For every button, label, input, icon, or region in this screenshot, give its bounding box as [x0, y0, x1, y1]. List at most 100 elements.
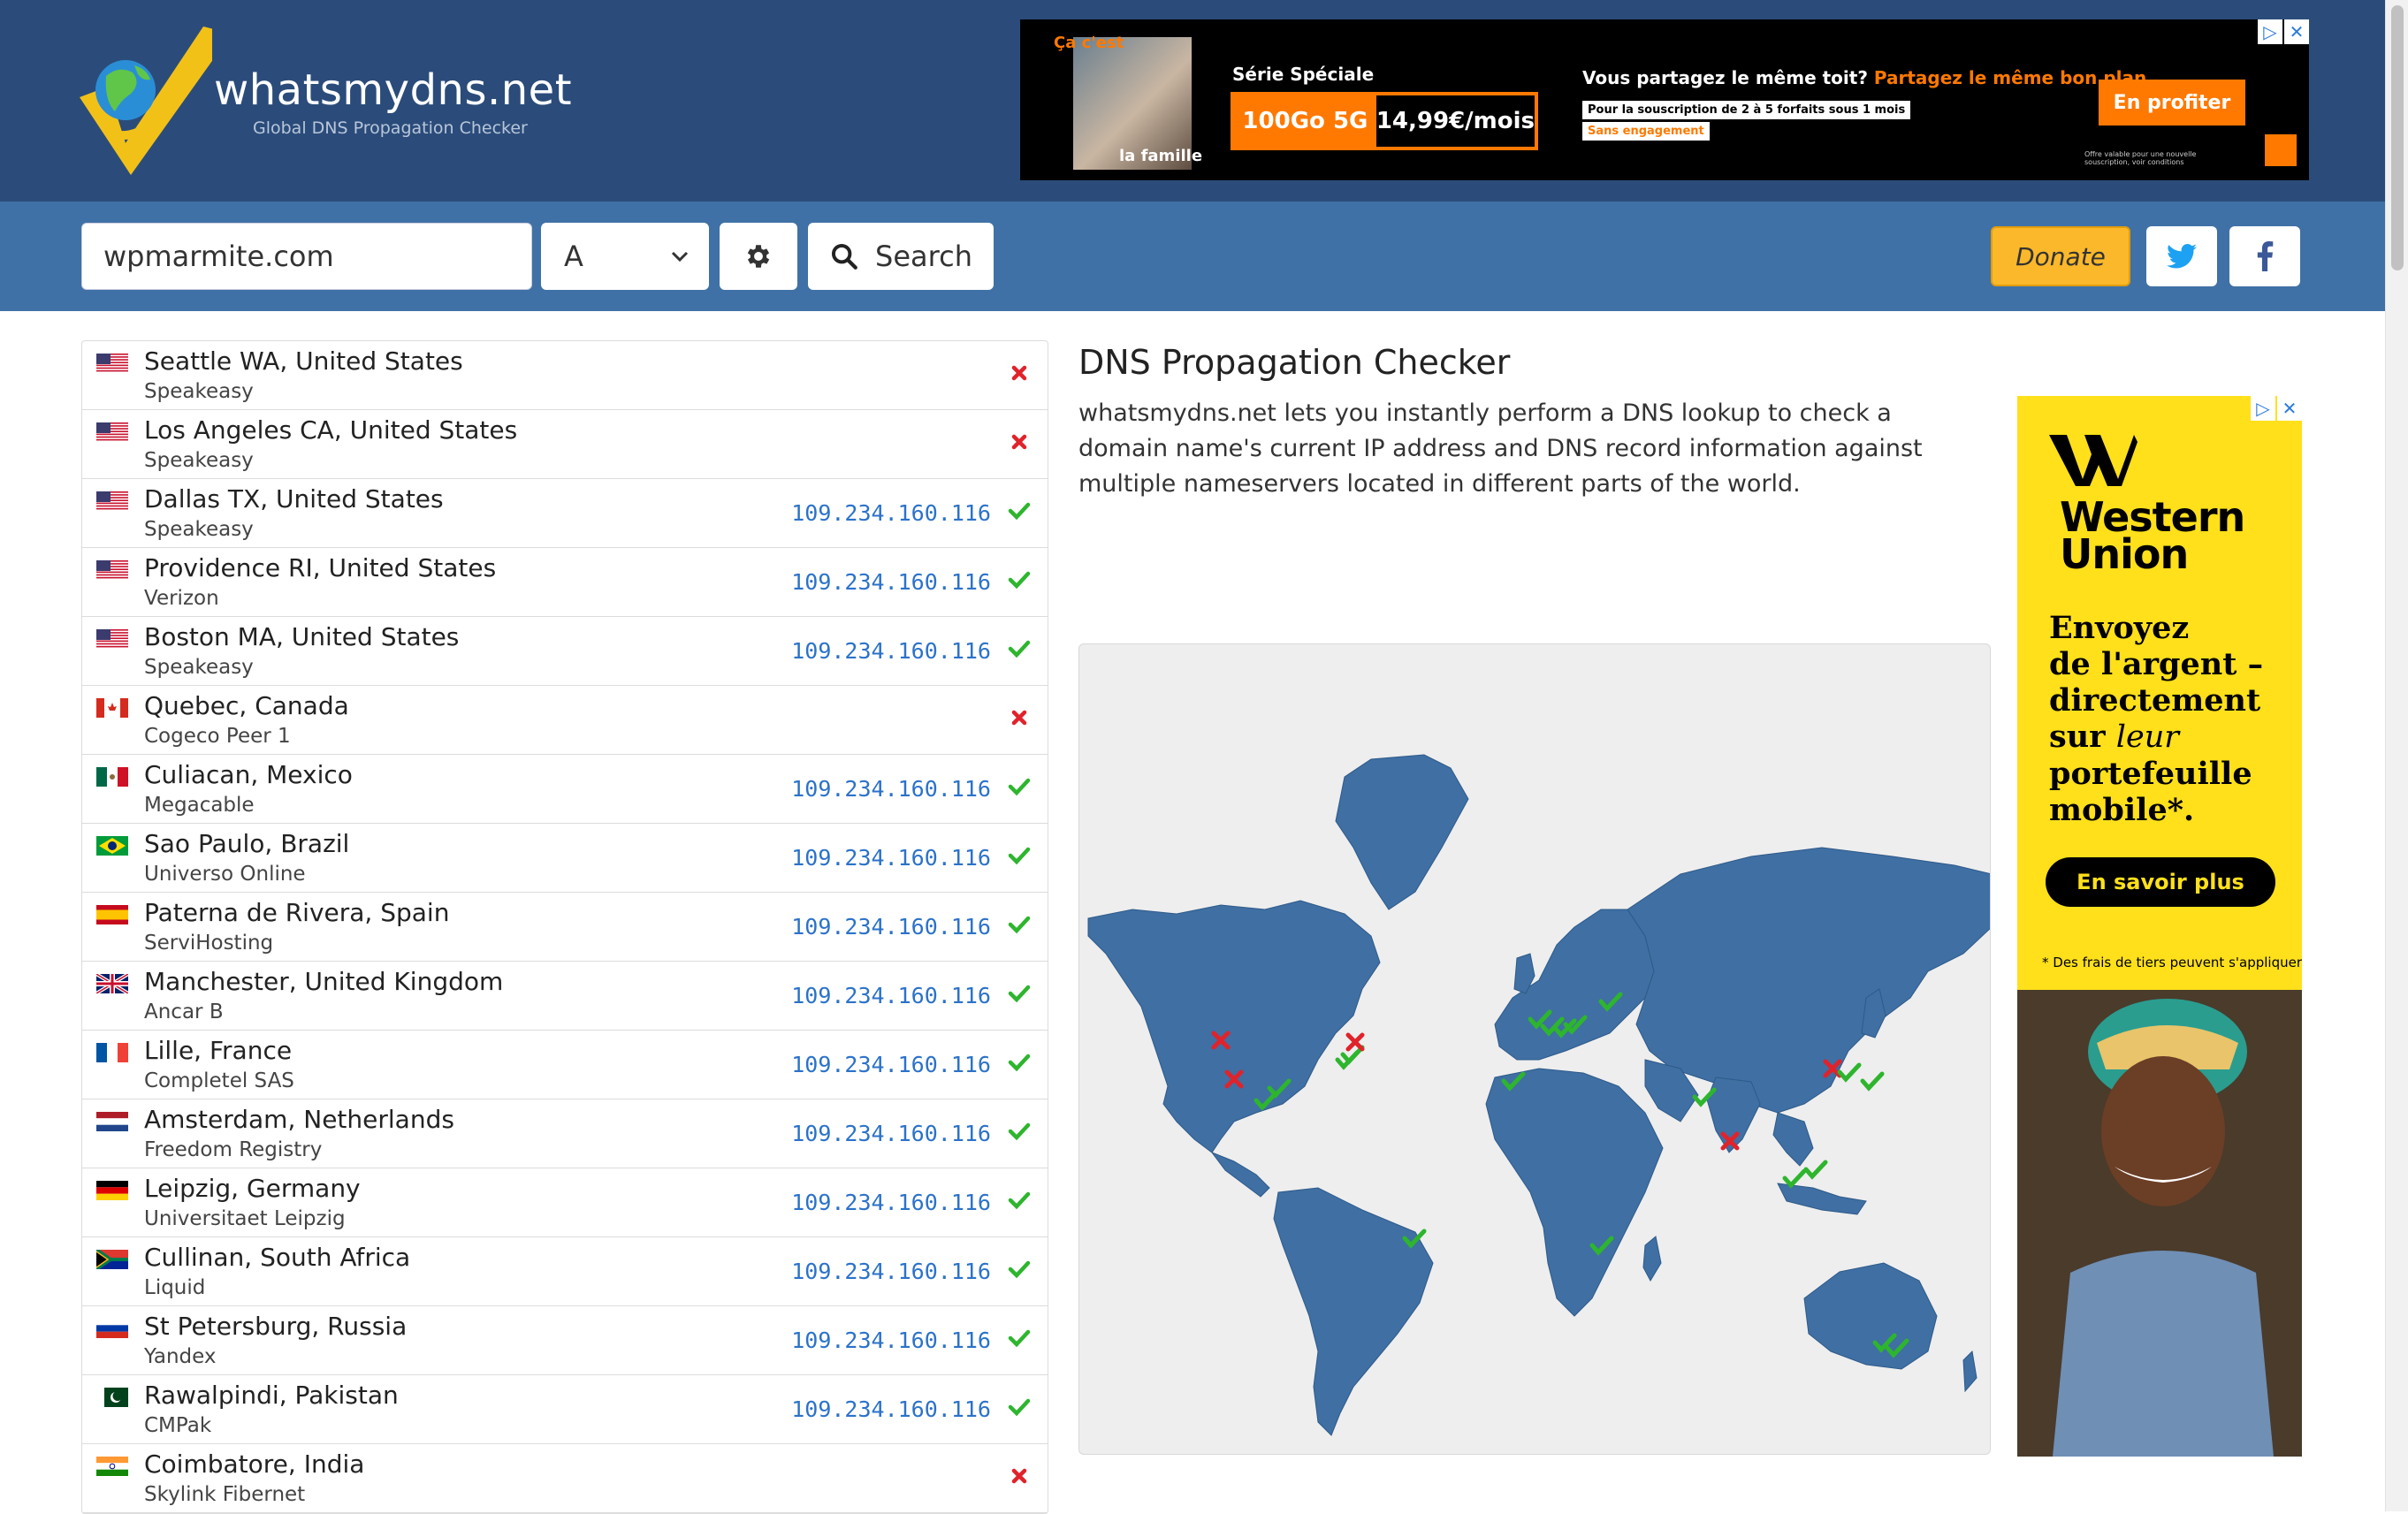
result-ip[interactable]: 109.234.160.116 [791, 569, 991, 595]
ad-msg-line3: directement [2049, 682, 2261, 719]
result-provider: Liquid [144, 1276, 206, 1299]
result-ip[interactable]: 109.234.160.116 [791, 1396, 991, 1422]
result-status-ok [1007, 1326, 1032, 1350]
result-ip[interactable]: 109.234.160.116 [791, 845, 991, 871]
result-status-ok [1007, 843, 1032, 868]
twitter-button[interactable] [2146, 226, 2217, 286]
result-row[interactable]: Amsterdam, Netherlands Freedom Registry … [82, 1099, 1048, 1168]
side-banner-ad[interactable]: ▷ ✕ Western Union Envoyez de l'argent – … [2017, 396, 2302, 1457]
result-row[interactable]: Los Angeles CA, United States Speakeasy [82, 410, 1048, 479]
check-icon [1008, 640, 1031, 658]
result-row[interactable]: Lille, France Completel SAS 109.234.160.… [82, 1031, 1048, 1099]
search-button[interactable]: Search [808, 223, 994, 290]
flag-br-icon [96, 836, 128, 856]
result-location: Los Angeles CA, United States [144, 415, 518, 445]
result-row[interactable]: Boston MA, United States Speakeasy 109.2… [82, 617, 1048, 686]
result-location: Culiacan, Mexico [144, 760, 353, 789]
ad-subscription-note: Pour la souscription de 2 à 5 forfaits s… [1582, 101, 1911, 119]
page-scrollbar[interactable] [2385, 0, 2408, 1511]
settings-button[interactable] [720, 223, 797, 290]
record-type-value: A [564, 240, 583, 273]
side-ad-controls: ▷ ✕ [2251, 396, 2302, 421]
facebook-button[interactable] [2229, 226, 2300, 286]
donate-button[interactable]: Donate [1991, 226, 2130, 286]
result-provider: Universo Online [144, 863, 306, 886]
result-status-ok [1007, 498, 1032, 523]
result-row[interactable]: Providence RI, United States Verizon 109… [82, 548, 1048, 617]
result-row[interactable]: Coimbatore, India Skylink Fibernet [82, 1444, 1048, 1513]
result-row[interactable]: Dallas TX, United States Speakeasy 109.2… [82, 479, 1048, 548]
adchoices-icon[interactable]: ▷ [2251, 396, 2275, 421]
logo-checkmark-icon [80, 27, 232, 175]
result-row[interactable]: Leipzig, Germany Universitaet Leipzig 10… [82, 1168, 1048, 1237]
result-row[interactable]: Seattle WA, United States Speakeasy [82, 341, 1048, 410]
ad-woman-photo [2017, 990, 2302, 1457]
flag-es-icon [96, 905, 128, 924]
result-provider: Speakeasy [144, 518, 254, 541]
result-ip[interactable]: 109.234.160.116 [791, 1259, 991, 1284]
result-row[interactable]: St Petersburg, Russia Yandex 109.234.160… [82, 1306, 1048, 1375]
check-icon [1008, 847, 1031, 865]
cross-icon [1011, 710, 1027, 726]
ad-cta-button[interactable]: En profiter [2099, 80, 2245, 126]
result-row[interactable]: Rawalpindi, Pakistan CMPak 109.234.160.1… [82, 1375, 1048, 1444]
ad-series-label: Série Spéciale [1232, 64, 1375, 85]
search-bar: A Search Donate [0, 202, 2385, 311]
result-ip[interactable]: 109.234.160.116 [791, 638, 991, 664]
result-row[interactable]: Quebec, Canada Cogeco Peer 1 [82, 686, 1048, 755]
site-logo[interactable]: whatsmydns.net Global DNS Propagation Ch… [80, 27, 572, 177]
map-marker-ok [1837, 1062, 1862, 1083]
close-ad-icon[interactable]: ✕ [2284, 19, 2309, 44]
ad-msg-line2: de l'argent – [2049, 646, 2264, 682]
check-icon [1008, 778, 1031, 796]
result-ip[interactable]: 109.234.160.116 [791, 914, 991, 940]
result-provider: Speakeasy [144, 656, 254, 679]
result-provider: Speakeasy [144, 380, 254, 403]
result-status-ok [1007, 1119, 1032, 1144]
ad-offer-data: 100Go 5G [1234, 95, 1376, 147]
result-status-ok [1007, 1188, 1032, 1213]
result-row[interactable]: Culiacan, Mexico Megacable 109.234.160.1… [82, 755, 1048, 824]
result-provider: Ancar B [144, 1000, 224, 1023]
result-ip[interactable]: 109.234.160.116 [791, 500, 991, 526]
result-ip[interactable]: 109.234.160.116 [791, 1121, 991, 1146]
scrollbar-thumb[interactable] [2391, 5, 2404, 270]
result-location: Quebec, Canada [144, 691, 349, 720]
result-ip[interactable]: 109.234.160.116 [791, 1328, 991, 1353]
result-row[interactable]: Sao Paulo, Brazil Universo Online 109.23… [82, 824, 1048, 893]
result-row[interactable]: Cullinan, South Africa Liquid 109.234.16… [82, 1237, 1048, 1306]
ad-brand-name: Western Union [2060, 497, 2245, 578]
ad-fine-print: Offre valable pour une nouvelle souscrip… [2084, 150, 2197, 166]
flag-us-icon [96, 560, 128, 580]
result-ip[interactable]: 109.234.160.116 [791, 776, 991, 802]
check-icon [1008, 1122, 1031, 1141]
result-row[interactable]: Manchester, United Kingdom Ancar B 109.2… [82, 962, 1048, 1031]
facebook-icon [2257, 241, 2274, 271]
ad-brand-line2: Union [2060, 530, 2189, 578]
check-icon [1008, 1398, 1031, 1417]
top-banner-ad[interactable]: Ça c'est la famille Série Spéciale 100Go… [1020, 19, 2309, 180]
world-map[interactable] [1078, 643, 1991, 1455]
result-ip[interactable]: 109.234.160.116 [791, 1190, 991, 1215]
domain-input[interactable] [81, 223, 532, 290]
result-ip[interactable]: 109.234.160.116 [791, 1052, 991, 1077]
close-ad-icon[interactable]: ✕ [2277, 396, 2302, 421]
twitter-icon [2167, 244, 2197, 269]
result-status-ok [1007, 912, 1032, 937]
header: whatsmydns.net Global DNS Propagation Ch… [0, 0, 2385, 202]
logo-title: whatsmydns.net [214, 65, 573, 115]
ad-message: Envoyez de l'argent – directement sur le… [2049, 610, 2263, 828]
result-status-ok [1007, 1050, 1032, 1075]
adchoices-icon[interactable]: ▷ [2258, 19, 2282, 44]
result-status-fail [1007, 1464, 1032, 1488]
record-type-select[interactable]: A [541, 223, 709, 290]
result-location: Cullinan, South Africa [144, 1243, 411, 1272]
result-status-fail [1007, 430, 1032, 454]
flag-in-icon [96, 1457, 128, 1476]
result-location: Providence RI, United States [144, 553, 497, 582]
result-location: Manchester, United Kingdom [144, 967, 504, 996]
result-row[interactable]: Paterna de Rivera, Spain ServiHosting 10… [82, 893, 1048, 962]
check-icon [1008, 1191, 1031, 1210]
ad-side-cta-button[interactable]: En savoir plus [2046, 857, 2275, 907]
result-ip[interactable]: 109.234.160.116 [791, 983, 991, 1008]
